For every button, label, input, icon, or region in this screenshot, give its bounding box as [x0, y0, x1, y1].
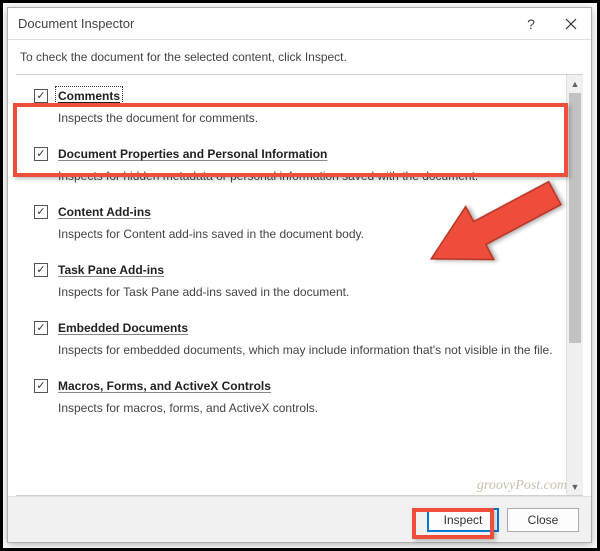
item-content-addins: Content Add-ins Inspects for Content add…: [16, 193, 564, 251]
item-desc-taskpane-addins: Inspects for Task Pane add-ins saved in …: [58, 285, 554, 299]
inspect-options-list: Comments Inspects the document for comme…: [16, 75, 566, 495]
checkbox-content-addins[interactable]: [34, 205, 48, 219]
dialog-footer: Inspect Close: [8, 496, 591, 542]
item-title-taskpane-addins[interactable]: Task Pane Add-ins: [58, 263, 164, 277]
scroll-container: Comments Inspects the document for comme…: [16, 74, 583, 496]
item-desc-macros: Inspects for macros, forms, and ActiveX …: [58, 401, 554, 415]
checkbox-macros[interactable]: [34, 379, 48, 393]
item-title-macros[interactable]: Macros, Forms, and ActiveX Controls: [58, 379, 271, 393]
item-desc-content-addins: Inspects for Content add-ins saved in th…: [58, 227, 554, 241]
close-icon[interactable]: [551, 8, 591, 40]
item-taskpane-addins: Task Pane Add-ins Inspects for Task Pane…: [16, 251, 564, 309]
document-inspector-dialog: Document Inspector ? To check the docume…: [7, 7, 592, 543]
checkbox-doc-properties[interactable]: [34, 147, 48, 161]
instruction-text: To check the document for the selected c…: [8, 40, 591, 74]
item-comments: Comments Inspects the document for comme…: [16, 77, 564, 135]
item-title-doc-properties[interactable]: Document Properties and Personal Informa…: [58, 147, 327, 161]
item-embedded-docs: Embedded Documents Inspects for embedded…: [16, 309, 564, 367]
item-macros: Macros, Forms, and ActiveX Controls Insp…: [16, 367, 564, 425]
inspect-button[interactable]: Inspect: [427, 508, 499, 532]
item-desc-embedded-docs: Inspects for embedded documents, which m…: [58, 343, 554, 357]
item-title-embedded-docs[interactable]: Embedded Documents: [58, 321, 188, 335]
scrollbar-thumb[interactable]: [569, 93, 581, 343]
close-button[interactable]: Close: [507, 508, 579, 532]
dialog-title: Document Inspector: [18, 16, 511, 31]
titlebar: Document Inspector ?: [8, 8, 591, 40]
scroll-up-icon[interactable]: ▲: [567, 75, 583, 92]
checkbox-comments[interactable]: [34, 89, 48, 103]
item-title-comments[interactable]: Comments: [58, 89, 120, 103]
item-desc-doc-properties: Inspects for hidden metadata or personal…: [58, 169, 554, 183]
checkbox-taskpane-addins[interactable]: [34, 263, 48, 277]
checkbox-embedded-docs[interactable]: [34, 321, 48, 335]
item-desc-comments: Inspects the document for comments.: [58, 111, 554, 125]
scroll-down-icon[interactable]: ▼: [567, 478, 583, 495]
item-doc-properties: Document Properties and Personal Informa…: [16, 135, 564, 193]
scrollbar[interactable]: ▲ ▼: [566, 75, 583, 495]
help-button[interactable]: ?: [511, 8, 551, 40]
item-title-content-addins[interactable]: Content Add-ins: [58, 205, 151, 219]
